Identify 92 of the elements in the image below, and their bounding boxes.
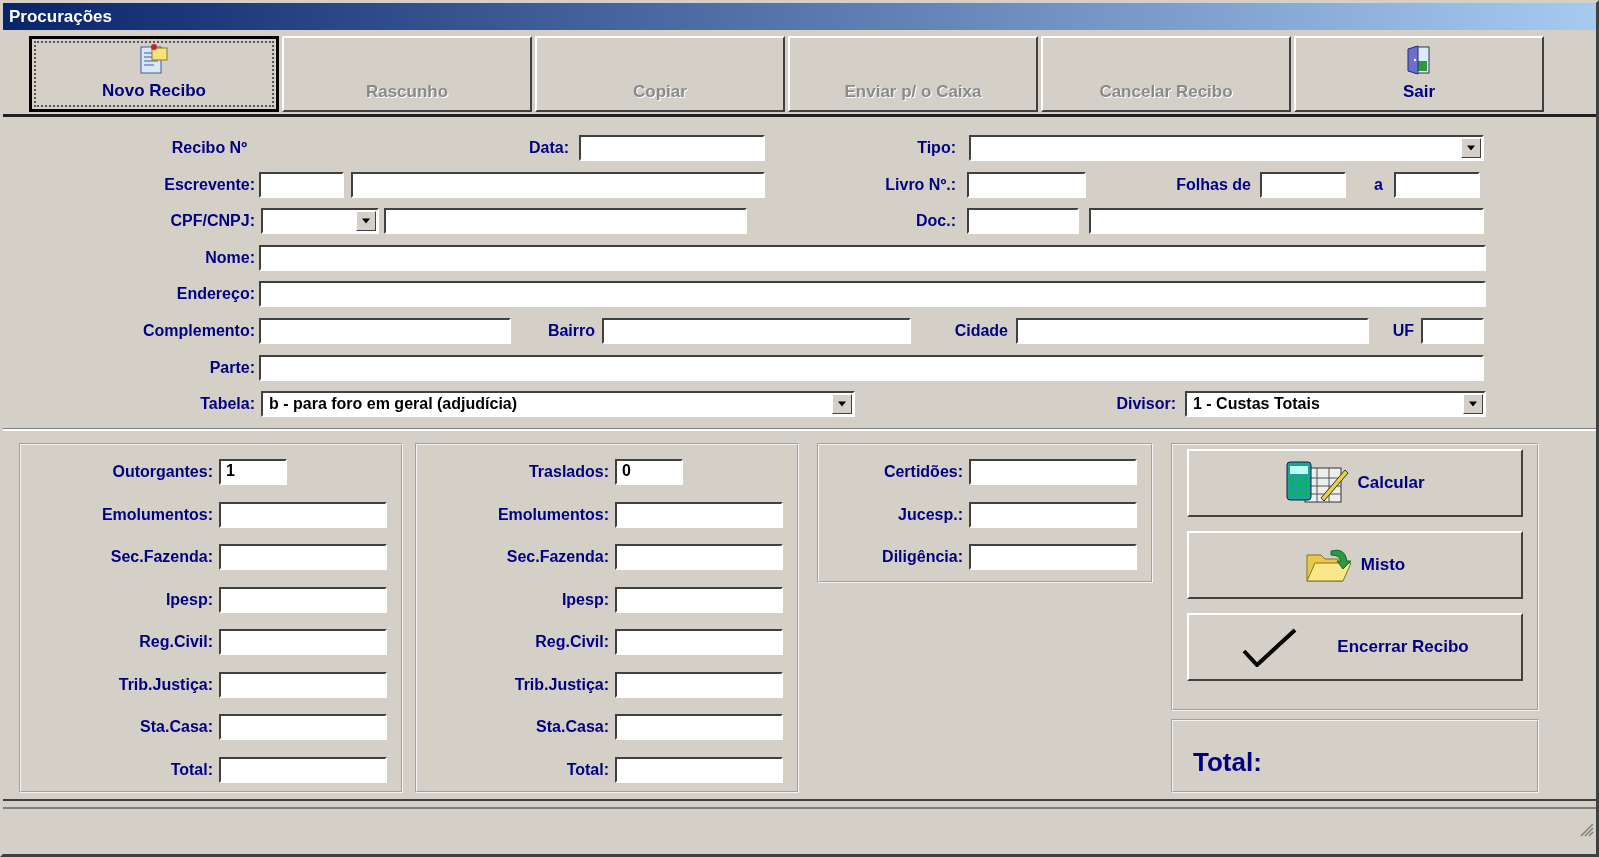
field-label: Tabela: bbox=[200, 395, 255, 414]
field-label: Diligência: bbox=[882, 548, 963, 566]
input-field[interactable] bbox=[219, 671, 387, 698]
input-field[interactable] bbox=[969, 459, 1137, 485]
dropdown[interactable] bbox=[261, 208, 379, 235]
field-label: Outorgantes: bbox=[112, 463, 213, 481]
input-field[interactable] bbox=[602, 317, 911, 344]
field-label: Sta.Casa: bbox=[536, 718, 609, 736]
field-label: Data: bbox=[529, 139, 569, 157]
input-field[interactable] bbox=[259, 281, 1486, 308]
input-field[interactable] bbox=[1089, 208, 1484, 235]
field-label: Doc.: bbox=[916, 212, 956, 231]
input-field[interactable] bbox=[615, 544, 783, 570]
field-label: Escrevente: bbox=[164, 175, 255, 194]
input-field[interactable]: 0 bbox=[615, 459, 683, 485]
input-field[interactable] bbox=[219, 756, 387, 783]
folder-icon bbox=[1304, 547, 1355, 583]
field-label: CPF/CNPJ: bbox=[170, 212, 255, 231]
caret-icon bbox=[1463, 394, 1483, 415]
input-field[interactable] bbox=[1260, 171, 1346, 198]
dropdown[interactable] bbox=[969, 135, 1484, 161]
field-label: Divisor: bbox=[1116, 395, 1176, 414]
input-field[interactable] bbox=[615, 714, 783, 740]
input-field[interactable] bbox=[219, 586, 387, 613]
field-label: Parte: bbox=[209, 358, 255, 377]
input-field[interactable] bbox=[1421, 317, 1484, 344]
input-field[interactable] bbox=[259, 317, 511, 344]
input-field[interactable] bbox=[351, 171, 765, 198]
input-field[interactable] bbox=[219, 629, 387, 655]
door-icon bbox=[1406, 44, 1432, 76]
input-field[interactable] bbox=[259, 354, 1484, 381]
field-label: Total: bbox=[170, 760, 213, 779]
field-label: Reg.Civil: bbox=[139, 633, 213, 651]
field-label: Sec.Fazenda: bbox=[110, 548, 213, 566]
input-field[interactable] bbox=[219, 501, 387, 528]
window-title: Procurações bbox=[9, 6, 112, 27]
field-label: Livro Nº.: bbox=[885, 175, 956, 194]
field-label: Jucesp.: bbox=[898, 505, 963, 524]
input-field[interactable] bbox=[219, 544, 387, 570]
input-field[interactable] bbox=[579, 135, 765, 161]
input-field[interactable] bbox=[615, 629, 783, 655]
action-button[interactable]: Misto bbox=[1187, 531, 1523, 599]
document-icon bbox=[139, 43, 169, 75]
caret-icon bbox=[1461, 138, 1481, 158]
input-field[interactable] bbox=[1016, 317, 1369, 344]
input-field[interactable] bbox=[615, 586, 783, 613]
field-label: Trib.Justiça: bbox=[118, 675, 213, 694]
input-field[interactable] bbox=[384, 208, 747, 235]
field-label: Complemento: bbox=[143, 321, 255, 340]
field-label: Tipo: bbox=[917, 139, 956, 157]
toolbar-button[interactable]: Sair bbox=[1294, 36, 1544, 112]
input-field[interactable] bbox=[615, 756, 783, 783]
field-label: Ipesp: bbox=[561, 590, 609, 609]
input-field[interactable] bbox=[969, 501, 1137, 528]
field-label: Endereço: bbox=[176, 285, 255, 304]
field-label: Nome: bbox=[205, 248, 255, 267]
field-label: Traslados: bbox=[528, 463, 609, 481]
field-label: Emolumentos: bbox=[497, 505, 609, 524]
input-field[interactable] bbox=[967, 171, 1086, 198]
input-field[interactable]: 1 bbox=[219, 459, 287, 485]
input-field[interactable] bbox=[259, 244, 1486, 271]
input-field[interactable] bbox=[969, 544, 1137, 570]
field-label: Sta.Casa: bbox=[140, 718, 213, 736]
dropdown[interactable]: 1 - Custas Totais bbox=[1185, 391, 1486, 418]
caret-icon bbox=[832, 394, 852, 415]
input-field[interactable] bbox=[1394, 171, 1480, 198]
field-label: Bairro bbox=[547, 321, 595, 340]
input-field[interactable] bbox=[967, 208, 1079, 235]
input-field[interactable] bbox=[219, 714, 387, 740]
action-button[interactable]: Encerrar Recibo bbox=[1187, 613, 1523, 681]
input-field[interactable] bbox=[259, 171, 344, 198]
field-label: Cidade bbox=[954, 321, 1008, 340]
field-label: Emolumentos: bbox=[101, 505, 213, 524]
check-icon bbox=[1241, 627, 1298, 667]
caret-icon bbox=[356, 211, 376, 232]
field-label: Ipesp: bbox=[165, 590, 213, 609]
dropdown[interactable]: b - para foro em geral (adjudícia) bbox=[261, 391, 855, 418]
field-label: Sec.Fazenda: bbox=[506, 548, 609, 566]
field-label: Trib.Justiça: bbox=[514, 675, 609, 694]
field-label: a bbox=[1374, 175, 1383, 194]
field-label: Reg.Civil: bbox=[535, 633, 609, 651]
field-label: Certidões: bbox=[883, 463, 963, 481]
field-label: Folhas de bbox=[1176, 175, 1251, 194]
field-label: Recibo Nº bbox=[171, 139, 247, 157]
total-label: Total: bbox=[1193, 746, 1262, 778]
input-field[interactable] bbox=[615, 671, 783, 698]
field-label: Total: bbox=[566, 760, 609, 779]
input-field[interactable] bbox=[615, 501, 783, 528]
action-button[interactable]: Calcular bbox=[1187, 449, 1523, 517]
resize-grip-icon bbox=[1578, 821, 1594, 837]
field-label: UF bbox=[1392, 321, 1414, 340]
toolbar-button[interactable]: Novo Recibo bbox=[29, 36, 279, 112]
